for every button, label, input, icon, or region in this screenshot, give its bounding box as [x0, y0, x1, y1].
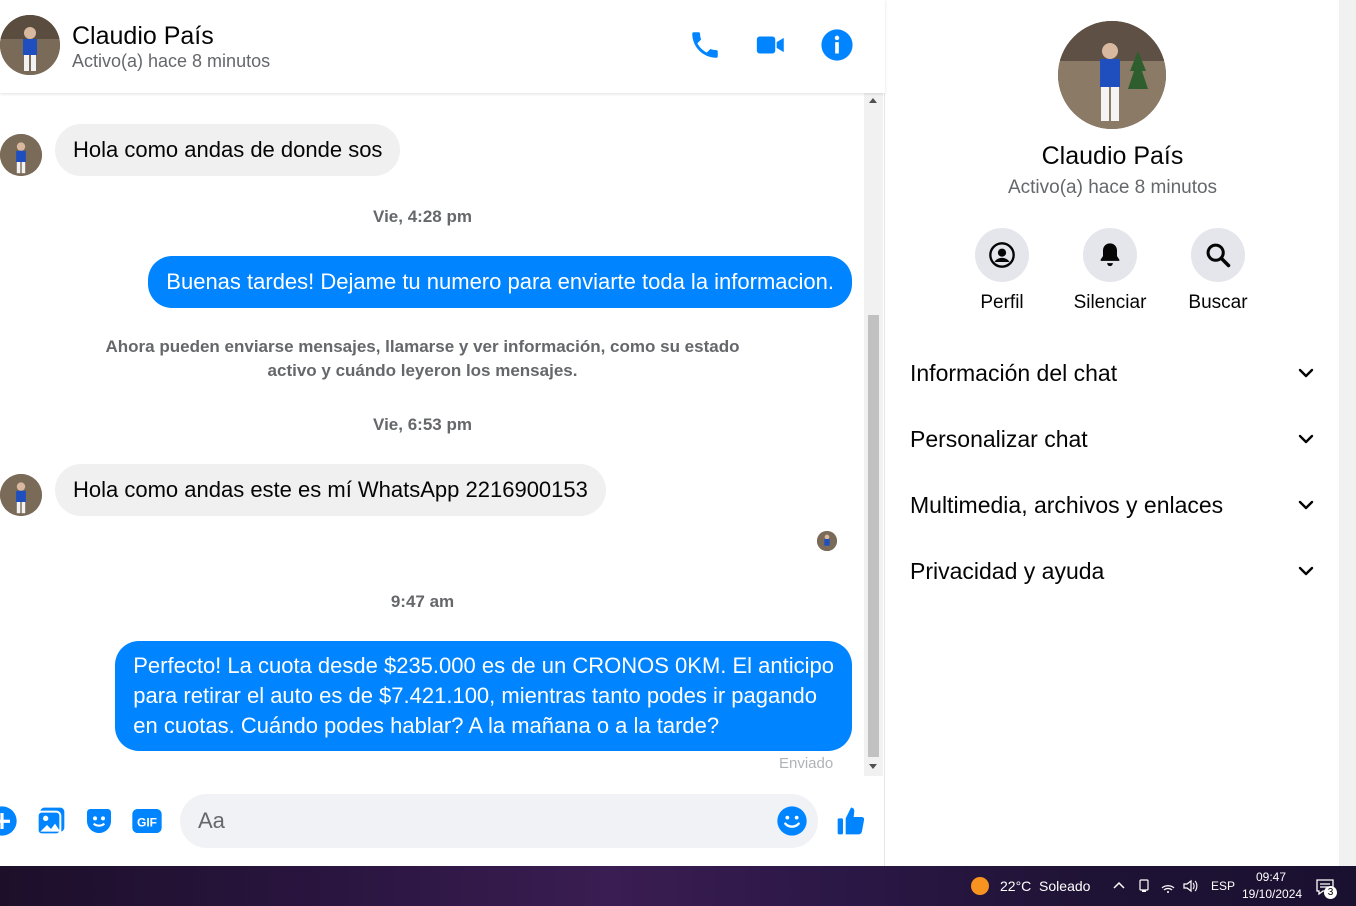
- sticker-icon[interactable]: [83, 805, 115, 837]
- mute-action[interactable]: Silenciar: [1065, 228, 1155, 314]
- clock-time[interactable]: 09:47: [1256, 870, 1286, 884]
- scroll-up-arrow[interactable]: [869, 98, 877, 103]
- chat-scrollbar[interactable]: [864, 93, 883, 776]
- device-icon[interactable]: [1136, 878, 1152, 894]
- windows-taskbar: 22°C Soleado ESP 09:47 19/10/2024 3: [0, 866, 1356, 906]
- profile-name: Claudio País: [1041, 142, 1184, 170]
- section-label: Multimedia, archivos y enlaces: [910, 491, 1224, 518]
- read-receipt-avatar: [817, 531, 837, 551]
- thumbs-up-icon[interactable]: [835, 805, 867, 837]
- incoming-message[interactable]: Hola como andas de donde sos: [55, 124, 401, 176]
- message-line: para retirar el auto es de $7.421.100, m…: [133, 683, 817, 708]
- profile-icon[interactable]: [975, 228, 1029, 282]
- weather-text[interactable]: 22°C Soleado: [1000, 878, 1090, 894]
- chat-panel: Claudio País Activo(a) hace 8 minutos Ho…: [0, 0, 885, 866]
- window-scrollbar[interactable]: [1339, 0, 1356, 866]
- chat-header: Claudio País Activo(a) hace 8 minutos: [0, 0, 885, 93]
- section-label: Privacidad y ayuda: [910, 557, 1105, 584]
- action-label: Buscar: [1188, 292, 1248, 313]
- system-note-line: Ahora pueden enviarse mensajes, llamarse…: [105, 337, 740, 356]
- message-line: Perfecto! La cuota desde $235.000 es de …: [133, 653, 834, 678]
- bell-icon[interactable]: [1083, 228, 1137, 282]
- message-timestamp: Vie, 6:53 pm: [373, 415, 472, 434]
- gif-icon[interactable]: GIF: [131, 805, 163, 837]
- scroll-thumb[interactable]: [868, 315, 879, 757]
- plus-icon[interactable]: [0, 805, 18, 837]
- wifi-icon[interactable]: [1160, 878, 1176, 894]
- notification-count: 3: [1324, 886, 1337, 899]
- language-indicator[interactable]: ESP: [1211, 879, 1235, 893]
- system-note-line: activo y cuándo leyeron los mensajes.: [267, 361, 578, 380]
- action-label: Perfil: [980, 292, 1024, 313]
- contact-status: Activo(a) hace 8 minutos: [72, 51, 271, 71]
- profile-status: Activo(a) hace 8 minutos: [1007, 177, 1218, 198]
- message-timestamp: 9:47 am: [390, 592, 455, 611]
- search-icon[interactable]: [1191, 228, 1245, 282]
- message-timestamp: Vie, 4:28 pm: [373, 207, 472, 226]
- incoming-message[interactable]: Hola como andas este es mí WhatsApp 2216…: [55, 464, 606, 516]
- section-media-files[interactable]: Multimedia, archivos y enlaces: [910, 485, 1316, 525]
- message-list[interactable]: Hola como andas de donde sos Vie, 4:28 p…: [0, 93, 865, 776]
- image-gallery-icon[interactable]: [35, 805, 67, 837]
- emoji-icon[interactable]: [776, 805, 808, 837]
- chat-details-panel: Claudio País Activo(a) hace 8 minutos Pe…: [886, 0, 1339, 866]
- info-icon[interactable]: [820, 28, 854, 62]
- message-input[interactable]: [180, 794, 818, 848]
- sent-status: Enviado: [779, 755, 834, 772]
- section-privacy-help[interactable]: Privacidad y ayuda: [910, 551, 1316, 591]
- section-chat-info[interactable]: Información del chat: [910, 353, 1316, 393]
- section-customize-chat[interactable]: Personalizar chat: [910, 419, 1316, 459]
- clock-date[interactable]: 19/10/2024: [1242, 887, 1302, 901]
- contact-mini-avatar: [0, 134, 42, 176]
- contact-avatar[interactable]: [0, 15, 60, 75]
- contact-name[interactable]: Claudio País: [72, 22, 214, 51]
- action-label: Silenciar: [1073, 292, 1147, 313]
- sun-weather-icon[interactable]: [970, 876, 990, 896]
- outgoing-message[interactable]: Perfecto! La cuota desde $235.000 es de …: [115, 641, 852, 751]
- system-note: Ahora pueden enviarse mensajes, llamarse…: [90, 335, 755, 383]
- chevron-up-icon[interactable]: [1111, 878, 1127, 894]
- chevron-down-icon: [1298, 434, 1314, 444]
- contact-mini-avatar: [0, 474, 42, 516]
- scroll-down-arrow[interactable]: [869, 764, 877, 769]
- profile-photo[interactable]: [1058, 21, 1166, 129]
- svg-text:GIF: GIF: [137, 815, 157, 829]
- section-label: Información del chat: [910, 359, 1118, 386]
- chevron-down-icon: [1298, 500, 1314, 510]
- chevron-down-icon: [1298, 368, 1314, 378]
- section-label: Personalizar chat: [910, 425, 1088, 452]
- composer-bar: GIF: [0, 776, 885, 866]
- volume-icon[interactable]: [1182, 878, 1198, 894]
- phone-call-icon[interactable]: [688, 28, 722, 62]
- message-line: en cuotas. Cuándo podes hablar? A la mañ…: [133, 713, 720, 738]
- outgoing-message[interactable]: Buenas tardes! Dejame tu numero para env…: [148, 256, 852, 308]
- profile-action[interactable]: Perfil: [957, 228, 1047, 314]
- chevron-down-icon: [1298, 566, 1314, 576]
- search-action[interactable]: Buscar: [1173, 228, 1263, 314]
- video-call-icon[interactable]: [754, 28, 788, 62]
